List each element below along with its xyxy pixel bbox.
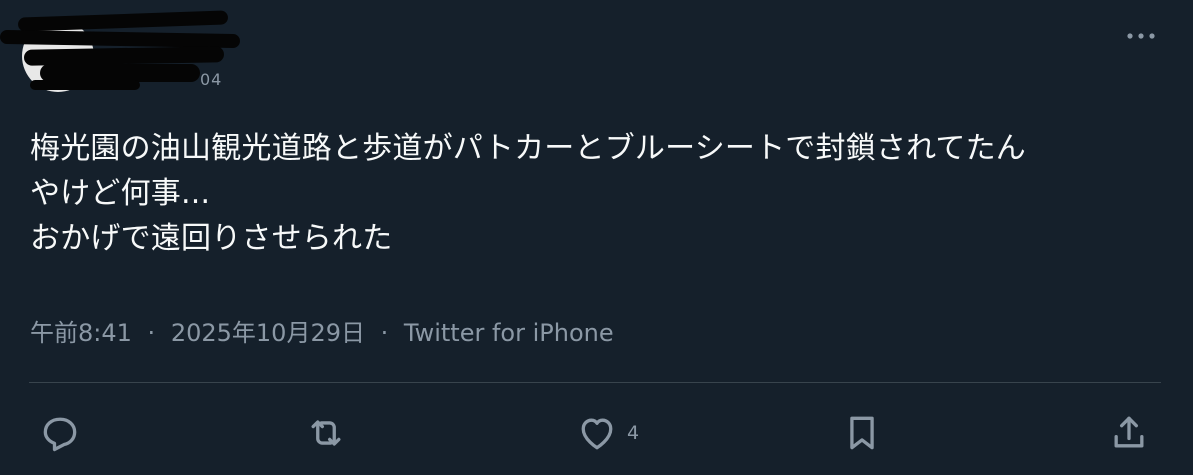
bookmark-button[interactable] [840,411,884,455]
redaction-mark [30,80,140,90]
redaction-mark [23,46,225,66]
tweet-date[interactable]: 2025年10月29日 [171,319,365,347]
share-button[interactable] [1107,411,1151,455]
divider [29,382,1161,383]
tweet-time[interactable]: 午前8:41 [30,319,132,347]
redaction-mark [17,10,229,32]
tweet-text-line: おかげで遠回りさせられた [30,221,393,256]
tweet-card: 04 梅光園の油山観光道路と歩道がパトカーとブルーシートで封鎖されてたん やけど… [0,0,1193,475]
retweet-icon [311,420,341,446]
share-icon [1114,416,1144,448]
tweet-meta: 午前8:41 · 2025年10月29日 · Twitter for iPhon… [30,313,614,348]
more-horizontal-icon [1127,33,1155,39]
tweet-source[interactable]: Twitter for iPhone [404,319,614,347]
more-options-button[interactable] [1123,22,1159,50]
bookmark-icon [850,416,874,450]
tweet-text: 梅光園の油山観光道路と歩道がパトカーとブルーシートで封鎖されてたん やけど何事.… [30,126,1170,261]
like-count: 4 [627,422,640,444]
like-button[interactable]: 4 [575,411,639,455]
meta-separator: · [380,319,389,347]
meta-separator: · [147,319,156,347]
tweet-text-line: 梅光園の油山観光道路と歩道がパトカーとブルーシートで封鎖されてたん [30,131,1026,166]
heart-icon [581,418,613,450]
reply-button[interactable] [38,411,82,455]
reply-icon [43,417,77,452]
tweet-header: 04 [0,0,1193,100]
retweet-button[interactable] [304,411,348,455]
handle-fragment: 04 [200,70,223,89]
action-bar: 4 [0,405,1193,461]
tweet-text-line: やけど何事... [30,176,211,211]
